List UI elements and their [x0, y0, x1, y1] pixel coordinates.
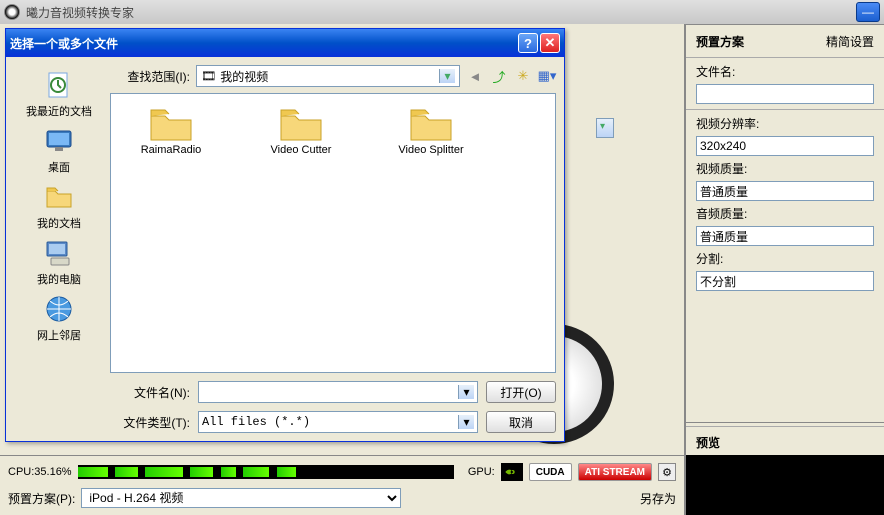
ati-badge: ATI STREAM [578, 463, 652, 481]
lookin-select[interactable]: 🎞 我的视频 ▾ [196, 65, 460, 87]
new-folder-icon[interactable]: ✳ [514, 67, 532, 85]
sidebar-mycomputer[interactable]: 我的电脑 [37, 237, 81, 287]
folder-label: Video Cutter [271, 144, 332, 156]
preset-heading: 预置方案 [696, 33, 744, 50]
lookin-label: 查找范围(I): [110, 68, 190, 85]
split-input[interactable] [696, 271, 874, 291]
desktop-icon [43, 125, 75, 157]
settings-panel: 预置方案 精简设置 文件名: 视频分辨率: 视频质量: 音频质量: 分割: 预览 [686, 24, 884, 515]
advanced-link[interactable]: 精简设置 [826, 33, 874, 50]
sidebar-network[interactable]: 网上邻居 [37, 293, 81, 343]
preview-area [686, 455, 884, 515]
audio-quality-label: 音频质量: [686, 203, 884, 224]
saveas-label: 另存为 [640, 490, 676, 507]
dialog-close-button[interactable]: ✕ [540, 33, 560, 53]
back-icon[interactable]: ◄ [466, 67, 484, 85]
dialog-help-button[interactable]: ? [518, 33, 538, 53]
dialog-titlebar[interactable]: 选择一个或多个文件 ? ✕ [6, 29, 564, 57]
sidebar-item-label: 我最近的文档 [26, 103, 92, 119]
network-icon [43, 293, 75, 325]
filetype-combo[interactable]: All files (*.*) ▾ [198, 411, 478, 433]
cuda-badge: CUDA [529, 463, 572, 481]
up-folder-icon[interactable]: ⤴ [490, 67, 508, 85]
folder-item[interactable]: Video Splitter [381, 104, 481, 156]
filename-label: 文件名(N): [110, 384, 190, 401]
resolution-label: 视频分辨率: [686, 113, 884, 134]
nvidia-icon [501, 463, 523, 481]
audio-quality-input[interactable] [696, 226, 874, 246]
background-dropdown[interactable] [596, 118, 614, 138]
file-open-dialog: 选择一个或多个文件 ? ✕ 我最近的文档 桌面 我的文档 我的电脑 [5, 28, 565, 442]
gpu-label: GPU: [468, 466, 495, 478]
view-menu-icon[interactable]: ▦▾ [538, 67, 556, 85]
filetype-label: 文件类型(T): [110, 414, 190, 431]
video-folder-icon: 🎞 [201, 69, 216, 83]
cpu-meter [78, 465, 454, 479]
app-title: 曦力音视频转换专家 [26, 4, 134, 21]
filename-input[interactable] [696, 84, 874, 104]
folder-label: RaimaRadio [141, 144, 202, 156]
sidebar-item-label: 网上邻居 [37, 327, 81, 343]
lookin-value: 我的视频 [220, 68, 268, 85]
sidebar-item-label: 桌面 [48, 159, 70, 175]
sidebar-desktop[interactable]: 桌面 [43, 125, 75, 175]
file-list-pane[interactable]: RaimaRadio Video Cutter Video Splitter [110, 93, 556, 373]
video-quality-input[interactable] [696, 181, 874, 201]
mycomputer-icon [43, 237, 75, 269]
chevron-down-icon: ▾ [439, 69, 455, 83]
cancel-button[interactable]: 取消 [486, 411, 556, 433]
folder-icon [277, 104, 325, 144]
places-sidebar: 我最近的文档 桌面 我的文档 我的电脑 网上邻居 [14, 65, 104, 433]
status-bar: CPU:35.16% GPU: CUDA ATI STREAM ⚙ 预置方案(P… [0, 455, 684, 515]
sidebar-mydocs[interactable]: 我的文档 [37, 181, 81, 231]
chevron-down-icon: ▾ [458, 415, 474, 429]
resolution-input[interactable] [696, 136, 874, 156]
folder-item[interactable]: Video Cutter [251, 104, 351, 156]
preset-select[interactable]: iPod - H.264 视频 [81, 488, 401, 508]
dialog-title: 选择一个或多个文件 [10, 35, 118, 52]
mydocs-icon [43, 181, 75, 213]
folder-icon [407, 104, 455, 144]
recent-docs-icon [43, 69, 75, 101]
filename-combo[interactable]: ▾ [198, 381, 478, 403]
chevron-down-icon: ▾ [458, 385, 474, 399]
preset-label: 预置方案(P): [8, 490, 75, 507]
open-button[interactable]: 打开(O) [486, 381, 556, 403]
folder-icon [147, 104, 195, 144]
minimize-button[interactable]: ― [856, 2, 880, 22]
split-label: 分割: [686, 248, 884, 269]
filetype-value: All files (*.*) [202, 415, 310, 429]
settings-gear-icon[interactable]: ⚙ [658, 463, 676, 481]
cpu-label: CPU:35.16% [8, 466, 72, 478]
sidebar-recent[interactable]: 我最近的文档 [26, 69, 92, 119]
preview-heading: 预览 [686, 430, 884, 455]
video-quality-label: 视频质量: [686, 158, 884, 179]
app-titlebar: 曦力音视频转换专家 ― [0, 0, 884, 24]
sidebar-item-label: 我的文档 [37, 215, 81, 231]
app-logo-icon [4, 4, 20, 20]
folder-item[interactable]: RaimaRadio [121, 104, 221, 156]
folder-label: Video Splitter [398, 144, 463, 156]
sidebar-item-label: 我的电脑 [37, 271, 81, 287]
filename-label: 文件名: [686, 61, 884, 82]
